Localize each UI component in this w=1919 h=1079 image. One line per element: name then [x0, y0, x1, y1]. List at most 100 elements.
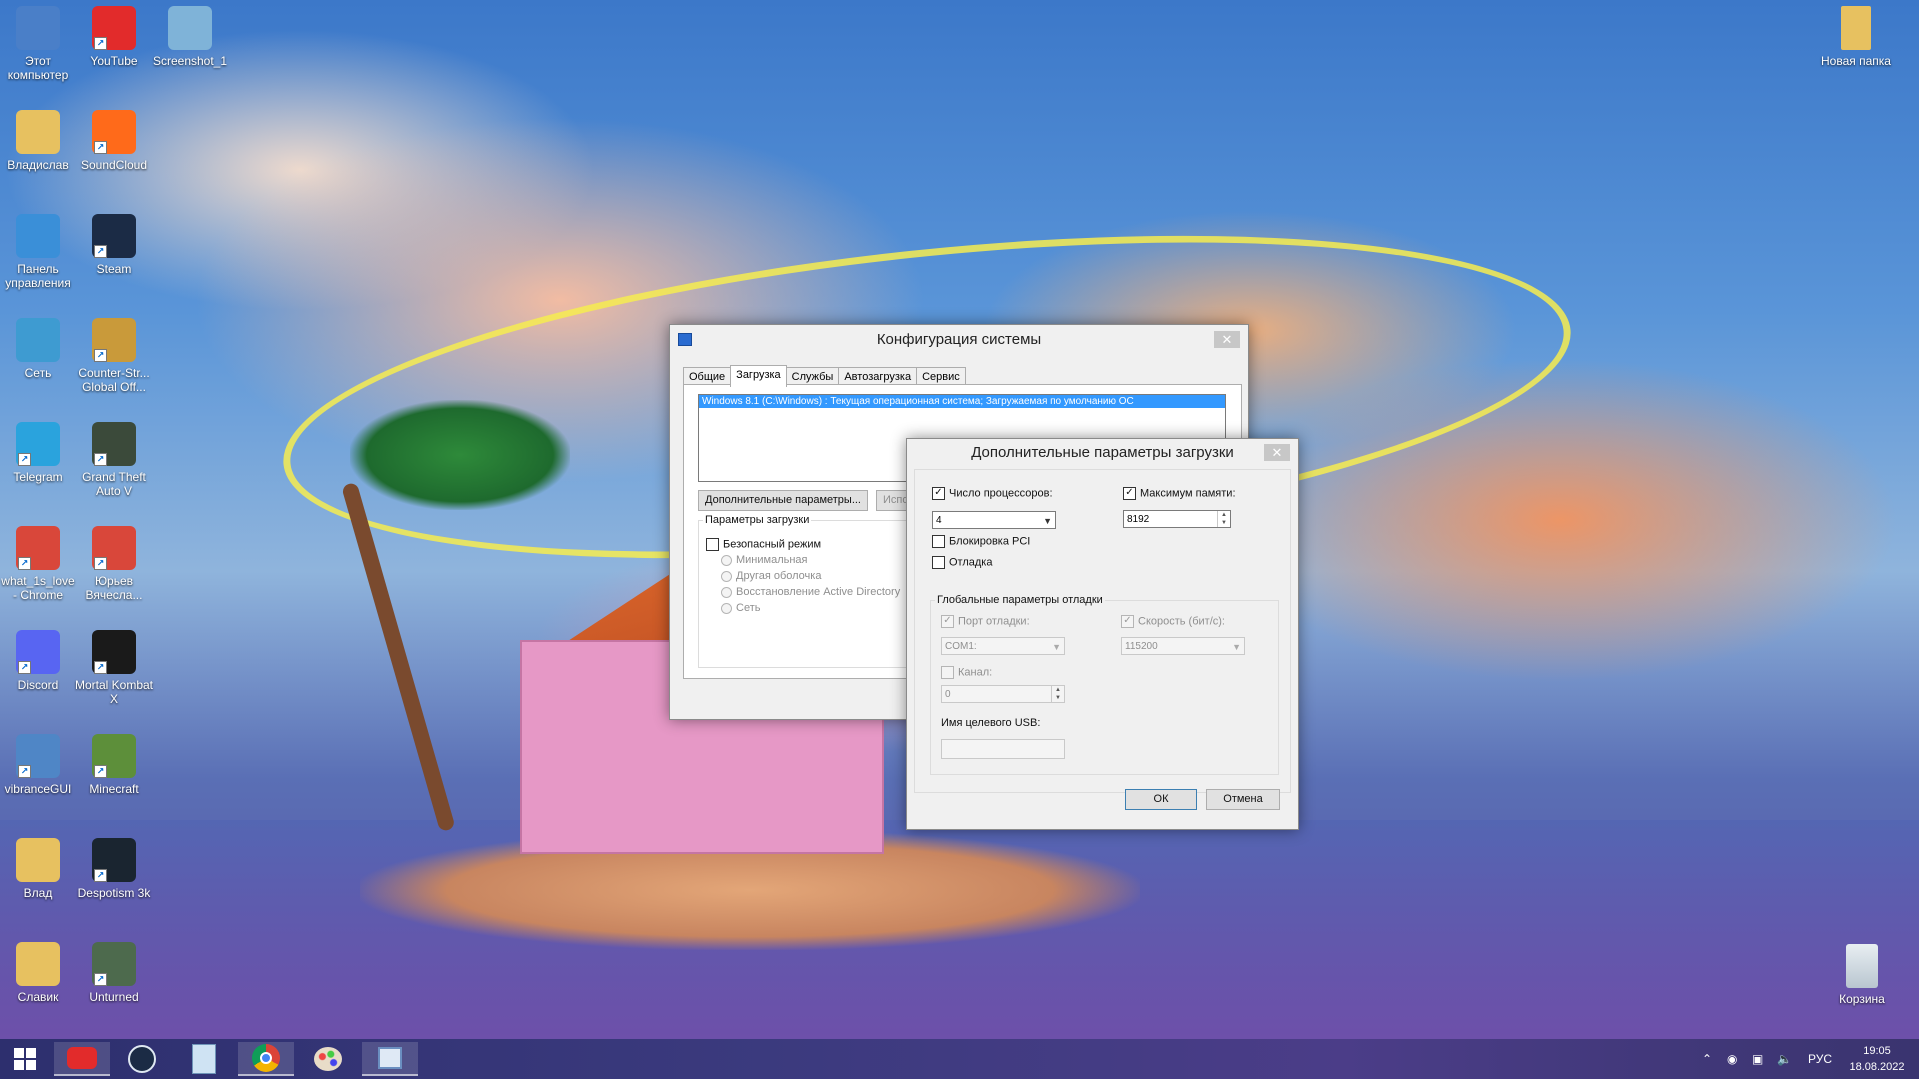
radio-circle[interactable] — [721, 602, 732, 614]
desktop-icon-label: Юрьев Вячесла... — [85, 574, 143, 602]
debug-checkbox[interactable]: Отладка — [932, 556, 992, 569]
advanced-boot-options-dialog: Дополнительные параметры загрузки ✕ ✓ Чис… — [906, 438, 1299, 830]
desktop-icon-5[interactable]: Панель управления — [0, 214, 78, 290]
taskbar-msconfig-icon[interactable] — [362, 1042, 418, 1076]
channel-checkbox[interactable]: Канал: — [941, 666, 992, 679]
desktop-icon-15[interactable]: ↗ vibranceGUI — [0, 734, 78, 796]
msconfig-titlebar[interactable]: Конфигурация системы ✕ — [670, 325, 1248, 355]
alt-shell-radio[interactable]: Другая оболочка — [721, 570, 821, 582]
tab-boot[interactable]: Загрузка — [730, 365, 787, 387]
network-radio[interactable]: Сеть — [721, 602, 760, 614]
clock-time: 19:05 — [1863, 1045, 1891, 1057]
desktop-icon-20[interactable]: ↗ Unturned — [74, 942, 154, 1004]
checkbox-box[interactable] — [706, 538, 719, 551]
desktop-icon-18[interactable]: ↗ Despotism 3k — [74, 838, 154, 900]
desktop-icon-16[interactable]: ↗ Minecraft — [74, 734, 154, 796]
safe-boot-label: Безопасный режим — [723, 538, 822, 551]
taskbar-youtube-icon[interactable] — [54, 1042, 110, 1076]
desktop-icon-8[interactable]: ↗ Counter-Str... Global Off... — [74, 318, 154, 394]
checkbox-box[interactable]: ✓ — [1121, 615, 1134, 628]
desktop-icon-label: Панель управления — [5, 262, 71, 290]
network-tray-icon[interactable]: ▣ — [1752, 1039, 1763, 1079]
clock[interactable]: 19:05 18.08.2022 — [1842, 1043, 1912, 1075]
desktop-icon-11[interactable]: ↗ what_1s_love - Chrome — [0, 526, 78, 602]
ad-repair-radio[interactable]: Восстановление Active Directory — [721, 586, 900, 598]
chrome-profile-icon: ↗ — [92, 526, 136, 570]
control-panel-icon — [16, 214, 60, 258]
global-debug-group: Глобальные параметры отладки ✓ Порт отлад… — [930, 594, 1279, 775]
num-processors-checkbox[interactable]: ✓ Число процессоров: — [932, 487, 1053, 500]
msconfig-title: Конфигурация системы — [876, 331, 1042, 348]
windows-start-icon[interactable] — [0, 1042, 50, 1076]
folder-icon — [16, 838, 60, 882]
taskbar-chrome-icon[interactable] — [238, 1042, 294, 1076]
desktop-icon-4[interactable]: ↗ SoundCloud — [74, 110, 154, 172]
taskbar-paint-icon[interactable] — [300, 1042, 356, 1076]
desktop-icon-1[interactable]: ↗ YouTube — [74, 6, 154, 68]
max-memory-checkbox[interactable]: ✓ Максимум памяти: — [1123, 487, 1236, 500]
minimal-radio[interactable]: Минимальная — [721, 554, 808, 566]
desktop-icon-label: Славик — [17, 990, 59, 1004]
desktop-icon-9[interactable]: ↗ Telegram — [0, 422, 78, 484]
checkbox-box[interactable] — [932, 535, 945, 548]
advanced-close-button[interactable]: ✕ — [1264, 444, 1290, 461]
checkbox-box[interactable] — [932, 556, 945, 569]
baud-rate-checkbox[interactable]: ✓ Скорость (бит/с): — [1121, 615, 1225, 628]
shortcut-arrow-icon: ↗ — [18, 661, 31, 674]
cancel-button[interactable]: Отмена — [1206, 789, 1280, 810]
spinner-arrows-icon[interactable]: ▲ ▼ — [1217, 511, 1230, 527]
spinner-arrows-icon[interactable]: ▲ ▼ — [1051, 686, 1064, 702]
os-list-item[interactable]: Windows 8.1 (C:\Windows) : Текущая опера… — [699, 395, 1225, 408]
language-indicator[interactable]: РУС — [1808, 1039, 1832, 1079]
advanced-options-button[interactable]: Дополнительные параметры... — [698, 490, 868, 511]
max-memory-label: Максимум памяти: — [1140, 487, 1236, 500]
debug-port-select[interactable]: COM1: ▼ — [941, 637, 1065, 655]
folder-icon — [16, 942, 60, 986]
shortcut-arrow-icon: ↗ — [94, 557, 107, 570]
unturned-icon: ↗ — [92, 942, 136, 986]
msconfig-close-button[interactable]: ✕ — [1214, 331, 1240, 348]
desktop-icon-2[interactable]: Screenshot_1 — [150, 6, 230, 68]
desktop-icon-recycle-bin[interactable]: Корзина — [1822, 944, 1902, 1006]
baud-rate-label: Скорость (бит/с): — [1138, 615, 1225, 628]
desktop-icon-7[interactable]: Сеть — [0, 318, 78, 380]
debug-port-checkbox[interactable]: ✓ Порт отладки: — [941, 615, 1030, 628]
desktop-icon-19[interactable]: Славик — [0, 942, 78, 1004]
desktop-icon-13[interactable]: ↗ Discord — [0, 630, 78, 692]
desktop-icon-3[interactable]: Владислав — [0, 110, 78, 172]
max-memory-input[interactable]: 8192 ▲ ▼ — [1123, 510, 1231, 528]
desktop-icon-label: Minecraft — [89, 782, 139, 796]
steam-tray-icon[interactable]: ◉ — [1727, 1039, 1737, 1079]
desktop-icon-17[interactable]: Влад — [0, 838, 78, 900]
desktop-icon-10[interactable]: ↗ Grand Theft Auto V — [74, 422, 154, 498]
baud-rate-select[interactable]: 115200 ▼ — [1121, 637, 1245, 655]
desktop-icon-new-folder[interactable]: Новая папка — [1816, 6, 1896, 68]
desktop-icon-14[interactable]: ↗ Mortal Kombat X — [74, 630, 154, 706]
desktop-icon-6[interactable]: ↗ Steam — [74, 214, 154, 276]
usb-target-input[interactable] — [941, 739, 1065, 759]
radio-circle[interactable] — [721, 554, 732, 566]
usb-target-label: Имя целевого USB: — [941, 717, 1041, 729]
checkbox-box[interactable]: ✓ — [932, 487, 945, 500]
clock-date: 18.08.2022 — [1849, 1061, 1905, 1073]
pci-lock-checkbox[interactable]: Блокировка PCI — [932, 535, 1030, 548]
show-hidden-icons-icon[interactable]: ⌃ — [1702, 1039, 1712, 1079]
ok-button[interactable]: ОК — [1125, 789, 1197, 810]
checkbox-box[interactable]: ✓ — [1123, 487, 1136, 500]
radio-circle[interactable] — [721, 586, 732, 598]
desktop-icon-12[interactable]: ↗ Юрьев Вячесла... — [74, 526, 154, 602]
taskbar: ⌃ ◉ ▣ 🔈 РУС 19:05 18.08.2022 — [0, 1039, 1919, 1079]
advanced-titlebar[interactable]: Дополнительные параметры загрузки ✕ — [907, 439, 1298, 467]
shortcut-arrow-icon: ↗ — [94, 141, 107, 154]
channel-input[interactable]: 0 ▲ ▼ — [941, 685, 1065, 703]
safe-boot-checkbox[interactable]: Безопасный режим — [706, 538, 821, 551]
global-debug-title: Глобальные параметры отладки — [935, 594, 1105, 606]
num-processors-select[interactable]: 4 ▼ — [932, 511, 1056, 529]
desktop-icon-0[interactable]: Этот компьютер — [0, 6, 78, 82]
taskbar-notepad-icon[interactable] — [176, 1042, 232, 1076]
taskbar-steam-icon[interactable] — [114, 1042, 170, 1076]
volume-icon[interactable]: 🔈 — [1777, 1039, 1792, 1079]
checkbox-box[interactable]: ✓ — [941, 615, 954, 628]
checkbox-box[interactable] — [941, 666, 954, 679]
radio-circle[interactable] — [721, 570, 732, 582]
